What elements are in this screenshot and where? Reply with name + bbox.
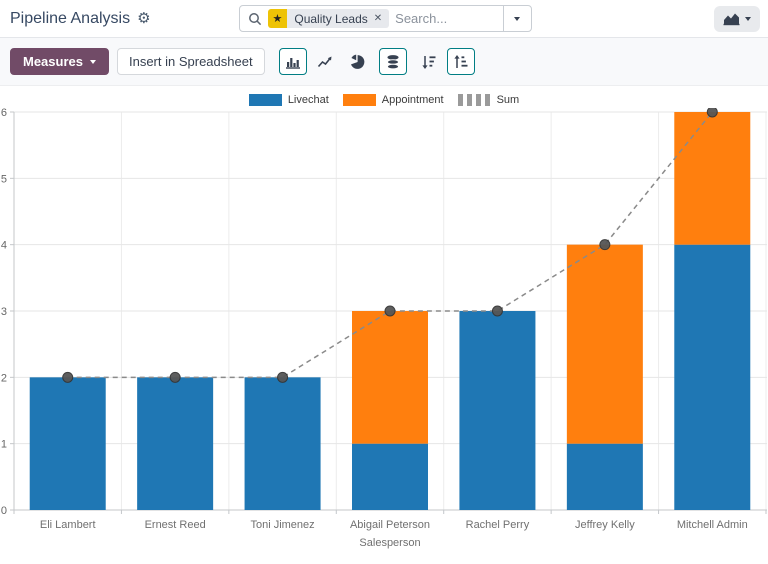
line-chart-button[interactable] bbox=[311, 48, 339, 75]
legend-swatch bbox=[249, 94, 282, 106]
chevron-down-icon bbox=[90, 60, 96, 64]
svg-text:Eli Lambert: Eli Lambert bbox=[40, 519, 96, 531]
gear-icon[interactable]: ⚙ bbox=[137, 11, 150, 26]
svg-text:Salesperson: Salesperson bbox=[359, 537, 420, 549]
page-title: Pipeline Analysis bbox=[10, 10, 130, 28]
stacked-icon bbox=[385, 54, 401, 70]
svg-text:Toni Jimenez: Toni Jimenez bbox=[250, 519, 314, 531]
area-chart-icon bbox=[723, 12, 740, 26]
facet-remove-icon[interactable]: ✕ bbox=[374, 13, 382, 24]
legend-label: Livechat bbox=[288, 94, 329, 106]
measures-label: Measures bbox=[23, 54, 83, 69]
legend-item-livechat[interactable]: Livechat bbox=[249, 94, 329, 106]
legend-item-sum[interactable]: Sum bbox=[458, 94, 520, 106]
svg-text:Ernest Reed: Ernest Reed bbox=[145, 519, 206, 531]
legend-item-appointment[interactable]: Appointment bbox=[343, 94, 444, 106]
sort-descending-icon bbox=[421, 54, 437, 70]
search-dropdown-toggle[interactable] bbox=[503, 6, 531, 31]
sort-descending-button[interactable] bbox=[415, 48, 443, 75]
search-bar[interactable]: ★ Quality Leads ✕ bbox=[239, 5, 532, 32]
svg-text:Mitchell Admin: Mitchell Admin bbox=[677, 519, 748, 531]
search-facet[interactable]: ★ Quality Leads ✕ bbox=[268, 9, 390, 28]
svg-text:Abigail Peterson: Abigail Peterson bbox=[350, 519, 430, 531]
insert-spreadsheet-label: Insert in Spreadsheet bbox=[129, 54, 253, 69]
search-input[interactable] bbox=[389, 11, 502, 26]
legend-swatch bbox=[343, 94, 376, 106]
search-icon bbox=[240, 12, 268, 26]
legend-swatch bbox=[458, 94, 491, 106]
line-chart-icon bbox=[317, 54, 333, 70]
insert-in-spreadsheet-button[interactable]: Insert in Spreadsheet bbox=[117, 48, 265, 75]
svg-text:5: 5 bbox=[1, 173, 7, 185]
svg-text:6: 6 bbox=[1, 108, 7, 119]
svg-text:1: 1 bbox=[1, 439, 7, 451]
chart-legend: Livechat Appointment Sum bbox=[0, 86, 768, 108]
svg-text:0: 0 bbox=[1, 505, 7, 517]
stacked-group bbox=[379, 48, 407, 75]
legend-label: Appointment bbox=[382, 94, 444, 106]
favorite-star-icon: ★ bbox=[268, 9, 288, 28]
bar-chart-icon bbox=[285, 54, 301, 70]
svg-text:Jeffrey Kelly: Jeffrey Kelly bbox=[575, 519, 635, 531]
svg-text:2: 2 bbox=[1, 372, 7, 384]
pipeline-chart-svg: 0 1 2 3 4 5 6 Eli Lambert Ernest Reed Toni Jimene… bbox=[0, 108, 768, 564]
pie-chart-icon bbox=[349, 54, 365, 70]
sort-group bbox=[415, 48, 475, 75]
view-switcher-button[interactable] bbox=[714, 6, 760, 32]
svg-text:Rachel Perry: Rachel Perry bbox=[466, 519, 530, 531]
measures-button[interactable]: Measures bbox=[10, 48, 109, 75]
search-facet-label: Quality Leads bbox=[294, 12, 367, 26]
chevron-down-icon bbox=[745, 17, 751, 21]
sort-ascending-icon bbox=[453, 54, 469, 70]
svg-text:4: 4 bbox=[1, 240, 7, 252]
legend-label: Sum bbox=[497, 94, 520, 106]
control-panel: Measures Insert in Spreadsheet bbox=[0, 38, 768, 86]
bar-chart-button[interactable] bbox=[279, 48, 307, 75]
stacked-button[interactable] bbox=[379, 48, 407, 75]
svg-text:3: 3 bbox=[1, 306, 7, 318]
chart-type-group bbox=[279, 48, 371, 75]
chevron-down-icon bbox=[514, 17, 520, 21]
top-bar: Pipeline Analysis ⚙ ★ Quality Leads ✕ bbox=[0, 0, 768, 38]
pie-chart-button[interactable] bbox=[343, 48, 371, 75]
sort-ascending-button[interactable] bbox=[447, 48, 475, 75]
